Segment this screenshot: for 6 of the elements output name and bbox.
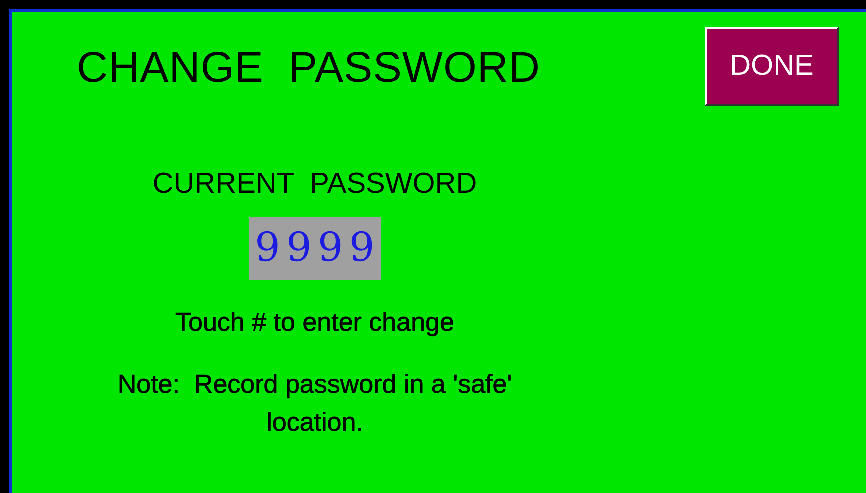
screen-title: CHANGE PASSWORD — [77, 44, 541, 93]
hint-text: Touch # to enter change — [176, 307, 454, 338]
field-label: CURRENT PASSWORD — [152, 168, 478, 201]
note-text: Note: Record password in a 'safe' location. — [116, 368, 514, 439]
done-button[interactable]: DONE — [705, 27, 839, 106]
password-field[interactable]: 9999 — [249, 217, 381, 280]
